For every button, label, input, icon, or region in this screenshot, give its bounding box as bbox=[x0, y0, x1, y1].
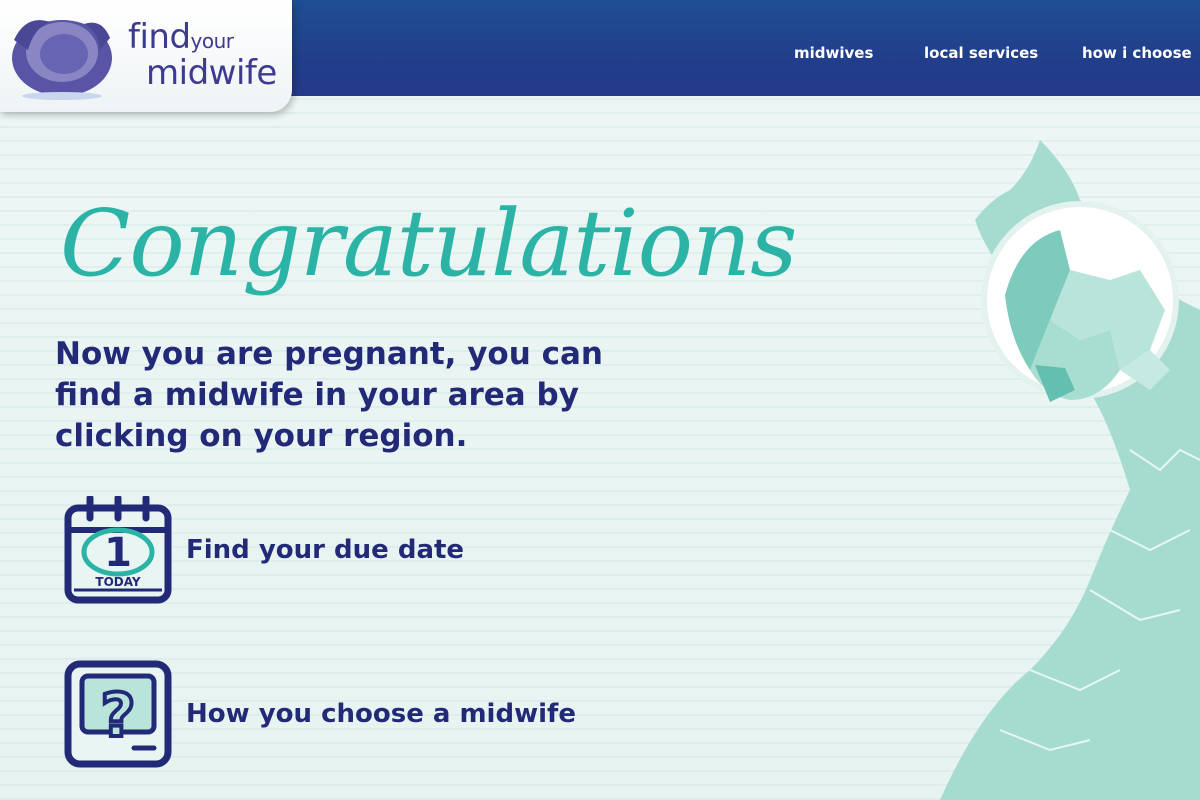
page-title: Congratulations bbox=[60, 190, 797, 297]
calendar-day-number: 1 bbox=[104, 530, 132, 576]
nav-how-i-choose[interactable]: how i choose bbox=[1082, 44, 1192, 62]
intro-text: Now you are pregnant, you can find a mid… bbox=[55, 336, 603, 454]
midwife-logo-icon bbox=[12, 20, 112, 100]
logo-wordmark: findyour midwife bbox=[128, 20, 277, 90]
choose-midwife-link[interactable]: ? How you choose a midwife bbox=[64, 660, 576, 768]
nav-local-services[interactable]: local services bbox=[924, 44, 1038, 62]
calendar-today-caption: TODAY bbox=[95, 575, 140, 589]
nav-midwives[interactable]: midwives bbox=[794, 44, 873, 62]
logo-text-your: your bbox=[190, 29, 234, 53]
due-date-link[interactable]: 1 TODAY Find your due date bbox=[64, 496, 464, 604]
logo-text-find: find bbox=[128, 17, 191, 57]
question-screen-icon: ? bbox=[64, 660, 172, 768]
question-mark-glyph: ? bbox=[101, 681, 136, 751]
logo-text-midwife: midwife bbox=[146, 53, 277, 93]
choose-midwife-label: How you choose a midwife bbox=[186, 699, 576, 729]
region-map[interactable] bbox=[880, 110, 1200, 800]
site-logo[interactable]: findyour midwife bbox=[0, 0, 292, 112]
due-date-label: Find your due date bbox=[186, 535, 465, 565]
calendar-icon: 1 TODAY bbox=[64, 496, 172, 604]
